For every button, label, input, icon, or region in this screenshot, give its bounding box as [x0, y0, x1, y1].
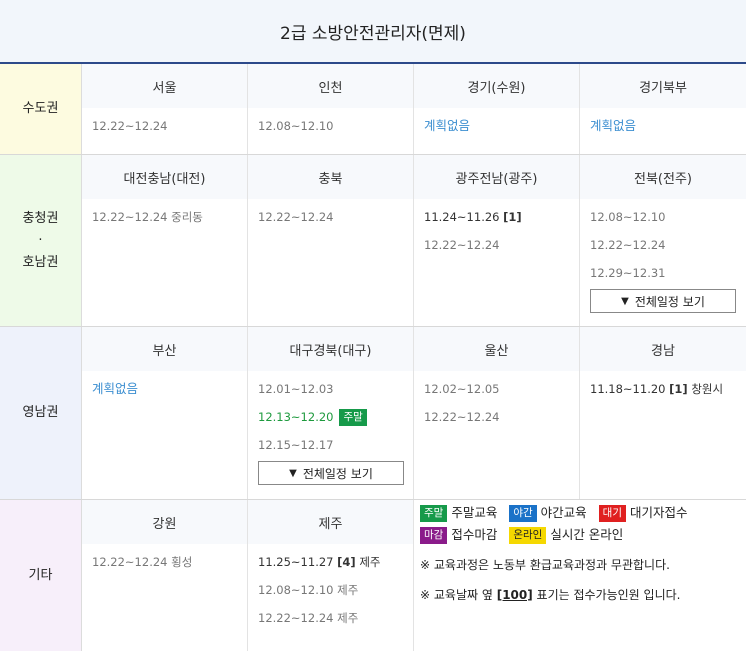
cell-chungbuk: 충북 12.22~12.24 [248, 155, 414, 326]
region-label: 수도권 [22, 101, 59, 116]
online-badge: 온라인 [509, 527, 547, 544]
cell-daegu: 대구경북(대구) 12.01~12.03 12.13~12.20 주말 12.15… [248, 327, 414, 499]
schedule-date[interactable]: 12.01~12.03 [258, 375, 403, 403]
schedule-date[interactable]: 12.22~12.24 [590, 231, 736, 259]
note-seat-count: ※ 교육날짜 옆 [100] 표기는 접수가능인원 입니다. [420, 580, 740, 610]
schedule-date[interactable]: 12.02~12.05 [424, 375, 569, 403]
legend-label: 접수마감 [451, 527, 498, 542]
cell-incheon: 인천 12.08~12.10 [248, 64, 414, 154]
cell-daejeon: 대전충남(대전) 12.22~12.24 중리동 [82, 155, 248, 326]
cell-heading: 서울 [82, 64, 247, 108]
cell-heading: 전북(전주) [580, 155, 746, 199]
schedule-date[interactable]: 11.25~11.27 [4] 제주 [258, 548, 403, 576]
schedule-date[interactable]: 12.08~12.10 [258, 112, 403, 140]
schedule-date[interactable]: 12.22~12.24 제주 [258, 604, 403, 632]
cell-heading: 부산 [82, 327, 247, 371]
cell-busan: 부산 계획없음 [82, 327, 248, 499]
row-capital: 수도권 서울 12.22~12.24 인천 12.08~12.10 경기(수원)… [0, 64, 746, 155]
cell-heading: 경기북부 [580, 64, 746, 108]
date-range: 12.13~12.20 [258, 410, 334, 424]
schedule-date[interactable]: 12.29~12.31 [590, 259, 736, 287]
cell-heading: 광주전남(광주) [414, 155, 579, 199]
cell-ulsan: 울산 12.02~12.05 12.22~12.24 [414, 327, 580, 499]
cell-heading: 경기(수원) [414, 64, 579, 108]
schedule-date[interactable]: 12.22~12.24 [424, 231, 569, 259]
cell-heading: 제주 [248, 500, 413, 544]
date-range: 11.25~11.27 [258, 555, 334, 569]
schedule-date[interactable]: 12.22~12.24 [92, 112, 237, 140]
no-plan-status: 계획없음 [92, 381, 139, 396]
weekend-badge: 주말 [420, 505, 448, 522]
schedule-date[interactable]: 12.22~12.24 [424, 403, 569, 431]
region-label: 기타 [28, 567, 53, 583]
legend-row: 주말 주말교육 야간 야간교육 대기 대기자접수 [420, 502, 740, 524]
cell-heading: 강원 [82, 500, 247, 544]
note-count: [100] [496, 588, 533, 602]
region-label: 영남권 [22, 405, 59, 420]
night-badge: 야간 [509, 505, 537, 522]
date-range: 11.24~11.26 [424, 210, 500, 224]
cell-heading: 충북 [248, 155, 413, 199]
cell-jeju: 제주 11.25~11.27 [4] 제주 12.08~12.10 제주 12.… [248, 500, 414, 651]
cell-heading: 인천 [248, 64, 413, 108]
legend-label: 대기자접수 [629, 505, 688, 520]
place: 창원시 [691, 382, 724, 396]
schedule-date[interactable]: 12.15~12.17 [258, 431, 403, 459]
cell-heading: 경남 [580, 327, 746, 371]
no-plan-status: 계획없음 [424, 118, 471, 133]
region-capital: 수도권 [0, 64, 82, 154]
row-other: 기타 강원 12.22~12.24 횡성 제주 11.25~11.27 [4] … [0, 500, 746, 651]
cell-heading: 대구경북(대구) [248, 327, 413, 371]
page-title: 2급 소방안전관리자(면제) [0, 0, 746, 64]
schedule-date[interactable]: 12.08~12.10 제주 [258, 576, 403, 604]
legend-label: 주말교육 [451, 505, 498, 520]
button-label: 전체일정 보기 [634, 294, 705, 309]
schedule-date[interactable]: 12.22~12.24 횡성 [92, 548, 237, 576]
wait-badge: 대기 [598, 505, 626, 522]
seat-count: [1] [503, 210, 522, 224]
note-text: 표기는 접수가능인원 입니다. [532, 588, 681, 602]
button-label: 전체일정 보기 [302, 466, 373, 481]
region-other: 기타 [0, 500, 82, 651]
row-central: 충청권 · 호남권 대전충남(대전) 12.22~12.24 중리동 충북 12… [0, 155, 746, 327]
schedule-date[interactable]: 12.22~12.24 중리동 [92, 203, 237, 231]
cell-seoul: 서울 12.22~12.24 [82, 64, 248, 154]
row-southeast: 영남권 부산 계획없음 대구경북(대구) 12.01~12.03 12.13~1… [0, 327, 746, 500]
region-separator: · [38, 232, 43, 248]
cell-gyeongnam: 경남 11.18~11.20 [1] 창원시 [580, 327, 746, 499]
closed-badge: 마감 [420, 527, 448, 544]
schedule-date[interactable]: 12.08~12.10 [590, 203, 736, 231]
cell-gyeonggi-suwon: 경기(수원) 계획없음 [414, 64, 580, 154]
date-range: 11.18~11.20 [590, 382, 666, 396]
seat-count: [4] [337, 555, 356, 569]
schedule-date[interactable]: 12.13~12.20 주말 [258, 403, 403, 431]
full-schedule-button[interactable]: ▼ 전체일정 보기 [590, 289, 736, 313]
region-label: 충청권 [22, 210, 59, 226]
note-text: ※ 교육날짜 옆 [420, 588, 497, 602]
legend-panel: 주말 주말교육 야간 야간교육 대기 대기자접수 마감 접수마감 온라인 실시간 온라인 … [414, 500, 746, 651]
legend-label: 실시간 온라인 [550, 527, 624, 542]
region-southeast: 영남권 [0, 327, 82, 499]
region-central: 충청권 · 호남권 [0, 155, 82, 326]
triangle-down-icon: ▼ [621, 295, 629, 307]
no-plan-status: 계획없음 [590, 118, 637, 133]
schedule-date[interactable]: 11.24~11.26 [1] [424, 203, 569, 231]
legend-row: 마감 접수마감 온라인 실시간 온라인 [420, 524, 740, 546]
cell-gyeonggi-north: 경기북부 계획없음 [580, 64, 746, 154]
legend-label: 야간교육 [540, 505, 587, 520]
cell-heading: 대전충남(대전) [82, 155, 247, 199]
schedule-date[interactable]: 11.18~11.20 [1] 창원시 [590, 375, 736, 403]
place: 제주 [359, 555, 381, 569]
weekend-badge: 주말 [339, 409, 367, 426]
cell-gangwon: 강원 12.22~12.24 횡성 [82, 500, 248, 651]
cell-gwangju: 광주전남(광주) 11.24~11.26 [1] 12.22~12.24 [414, 155, 580, 326]
triangle-down-icon: ▼ [289, 467, 297, 479]
seat-count: [1] [669, 382, 688, 396]
region-label: 호남권 [22, 254, 59, 270]
full-schedule-button[interactable]: ▼ 전체일정 보기 [258, 461, 404, 485]
schedule-date[interactable]: 12.22~12.24 [258, 203, 403, 231]
note-course: ※ 교육과정은 노동부 환급교육과정과 무관합니다. [420, 558, 670, 572]
cell-jeonbuk: 전북(전주) 12.08~12.10 12.22~12.24 12.29~12.… [580, 155, 746, 326]
cell-heading: 울산 [414, 327, 579, 371]
